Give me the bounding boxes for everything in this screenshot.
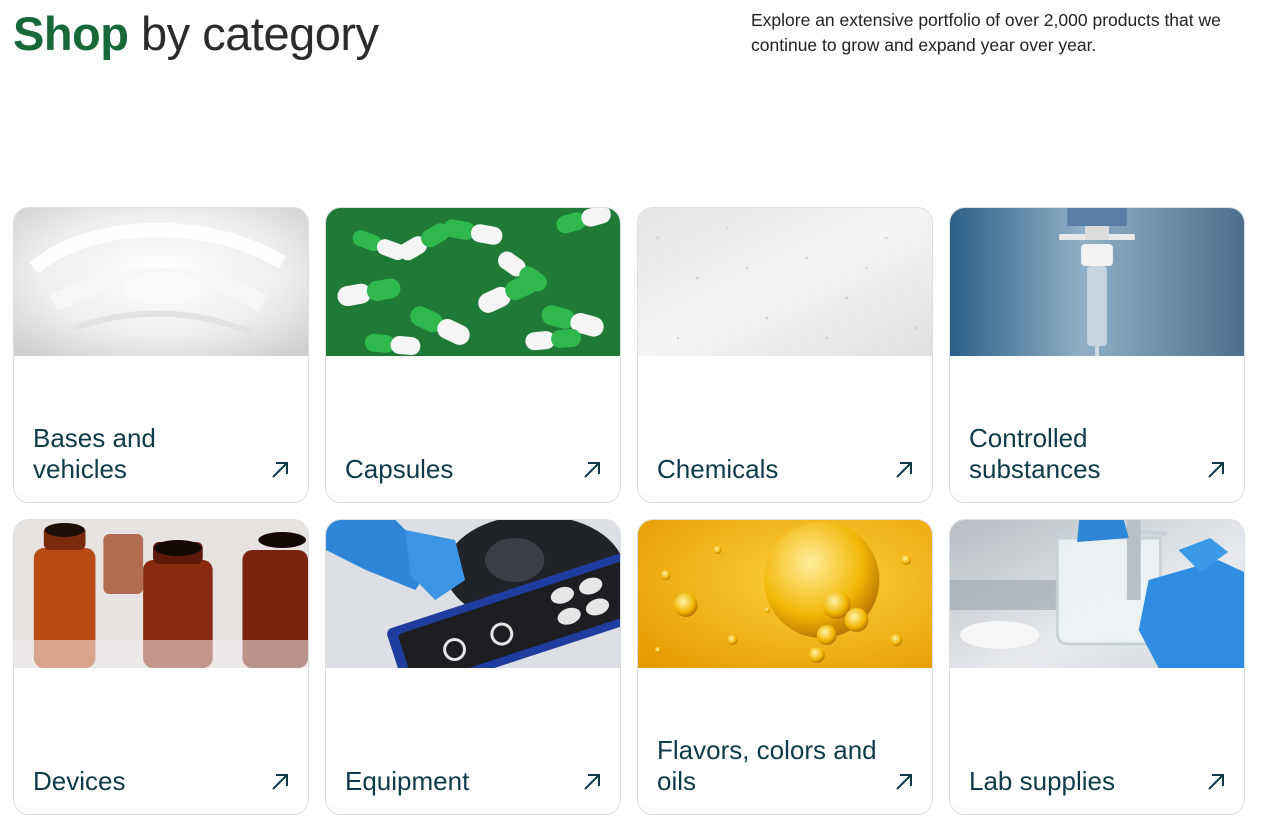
category-card-lab-supplies[interactable]: Lab supplies — [949, 519, 1245, 815]
green-white-capsules-photo — [326, 208, 620, 356]
category-label: Equipment — [345, 766, 470, 796]
category-label: Capsules — [345, 454, 454, 484]
category-card-bases-and-vehicles[interactable]: Bases and vehicles — [13, 207, 309, 503]
category-label: Flavors, colors and oils — [657, 735, 877, 796]
arrow-up-right-icon — [580, 458, 604, 482]
category-label: Controlled substances — [969, 423, 1101, 484]
arrow-up-right-icon — [892, 458, 916, 482]
arrow-up-right-icon — [1204, 770, 1228, 794]
white-cream-photo — [14, 208, 308, 356]
category-grid: Bases and vehicles Capsules Chemicals Co… — [13, 207, 1245, 815]
amber-vials-photo — [14, 520, 308, 668]
arrow-up-right-icon — [1204, 458, 1228, 482]
category-label: Lab supplies — [969, 766, 1115, 796]
category-card-controlled-substances[interactable]: Controlled substances — [949, 207, 1245, 503]
white-powder-photo — [638, 208, 932, 356]
iv-drip-photo — [950, 208, 1244, 356]
section-heading: Shop by category — [13, 4, 379, 64]
category-card-devices[interactable]: Devices — [13, 519, 309, 815]
golden-oil-bubbles-photo — [638, 520, 932, 668]
category-label: Bases and vehicles — [33, 423, 156, 484]
arrow-up-right-icon — [268, 770, 292, 794]
heading-rest: by category — [141, 7, 379, 60]
arrow-up-right-icon — [892, 770, 916, 794]
shop-by-category-section: Shop by category Explore an extensive po… — [0, 0, 1276, 831]
lab-machine-gloved-hand-photo — [326, 520, 620, 668]
glass-beaker-gloved-hand-photo — [950, 520, 1244, 668]
heading-highlight: Shop — [13, 7, 129, 60]
category-card-capsules[interactable]: Capsules — [325, 207, 621, 503]
category-card-chemicals[interactable]: Chemicals — [637, 207, 933, 503]
arrow-up-right-icon — [580, 770, 604, 794]
category-label: Chemicals — [657, 454, 779, 484]
category-card-flavors-colors-and-oils[interactable]: Flavors, colors and oils — [637, 519, 933, 815]
category-label: Devices — [33, 766, 126, 796]
intro-text: Explore an extensive portfolio of over 2… — [751, 10, 1221, 55]
category-card-equipment[interactable]: Equipment — [325, 519, 621, 815]
arrow-up-right-icon — [268, 458, 292, 482]
